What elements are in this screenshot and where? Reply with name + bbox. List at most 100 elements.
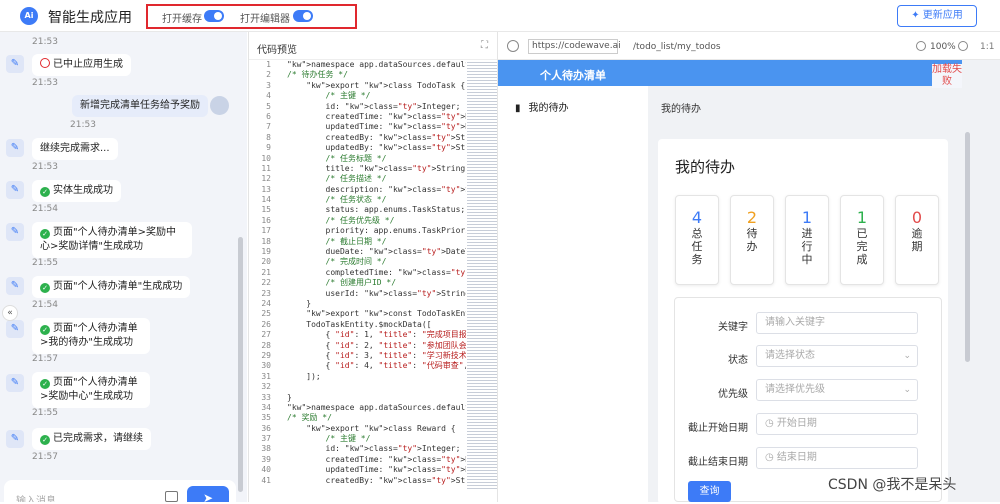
list-icon: ▮ — [515, 103, 521, 114]
stat-overdue: 0 逾期 — [895, 195, 939, 285]
keyword-label: 关键字 — [718, 322, 748, 333]
code-line[interactable]: 36 "kw">export "kw">class Reward { — [249, 424, 466, 434]
timestamp: 21:54 — [32, 300, 58, 310]
status-select[interactable]: 请选择状态 ⌄ — [756, 345, 918, 367]
assistant-avatar: ✎ — [6, 430, 24, 448]
code-line[interactable]: 9 updatedBy: "kw">class="ty">String; — [249, 143, 466, 153]
code-line[interactable]: 40 updatedTime: "kw">class="ty">DateTime… — [249, 465, 466, 475]
app-header-bar: 个人待办清单 — [498, 60, 962, 86]
code-line[interactable]: 17 priority: app.enums.TaskPriorit — [249, 226, 466, 236]
toggle-cache-switch[interactable] — [204, 10, 224, 22]
send-button[interactable]: ➤ — [187, 486, 229, 502]
chat-message: ✓ 页面"个人待办清单"生成成功 — [32, 276, 191, 298]
sidebar-item-my-todos[interactable]: ▮ 我的待办 — [515, 99, 569, 114]
zoom-in-icon[interactable] — [958, 41, 968, 51]
code-line[interactable]: 26 TodoTaskEntity.$mockData([ — [249, 320, 466, 330]
code-line[interactable]: 25 "kw">export "kw">const TodoTaskEntity… — [249, 309, 466, 319]
url-path[interactable]: /todo_list/my_todos — [633, 42, 721, 52]
code-line[interactable]: 41 createdBy: "kw">class="ty">String; — [249, 476, 466, 486]
code-line[interactable]: 30 { "id": 4, "title": "代码审查", — [249, 361, 466, 371]
timestamp: 21:57 — [32, 354, 58, 364]
end-date-input[interactable]: ◷ 结束日期 — [756, 447, 918, 469]
code-line[interactable]: 21 completedTime: "kw">class="ty">DateTi… — [249, 268, 466, 278]
update-app-button[interactable]: ✦ 更新应用 — [897, 5, 977, 27]
load-failed-text: 加载失败 — [932, 64, 962, 88]
check-icon: ✓ — [40, 283, 50, 293]
refresh-icon[interactable] — [507, 40, 519, 52]
assistant-avatar: ✎ — [6, 55, 24, 73]
code-line[interactable]: 18 /* 截止日期 */ — [249, 237, 466, 247]
code-line[interactable]: 3 "kw">export "kw">class TodoTask { — [249, 81, 466, 91]
code-line[interactable]: 10 /* 任务标题 */ — [249, 154, 466, 164]
check-icon: ✓ — [40, 325, 50, 335]
code-line[interactable]: 7 updatedTime: "kw">class="ty">DateTime; — [249, 122, 466, 132]
timestamp: 21:55 — [32, 408, 58, 418]
top-bar: Ai 智能生成应用 打开缓存 打开编辑器 ✦ 更新应用 — [0, 0, 1000, 32]
image-upload-icon[interactable] — [165, 491, 178, 502]
code-minimap[interactable] — [467, 60, 497, 490]
zoom-out-icon[interactable] — [916, 41, 926, 51]
timestamp: 21:54 — [32, 204, 58, 214]
query-button[interactable]: 查询 — [688, 481, 731, 502]
stat-pending: 2 待办 — [730, 195, 774, 285]
chat-message: ✓ 已完成需求，请继续 — [32, 428, 151, 450]
code-line[interactable]: 12 /* 任务描述 */ — [249, 174, 466, 184]
code-line[interactable]: 5 id: "kw">class="ty">Integer; — [249, 102, 466, 112]
check-icon: ✓ — [40, 435, 50, 445]
preview-scrollbar[interactable] — [965, 132, 970, 362]
code-line[interactable]: 20 /* 完成时间 */ — [249, 257, 466, 267]
code-line[interactable]: 24 } — [249, 299, 466, 309]
code-line[interactable]: 29 { "id": 3, "title": "学习新技术 — [249, 351, 466, 361]
code-line[interactable]: 35/* 奖励 */ — [249, 413, 466, 423]
code-line[interactable]: 27 { "id": 1, "title": "完成项目报 — [249, 330, 466, 340]
url-host[interactable]: https://codewave.ai — [528, 39, 621, 54]
code-line[interactable]: 38 id: "kw">class="ty">Integer; — [249, 444, 466, 454]
code-line[interactable]: 13 description: "kw">class="ty">String; — [249, 185, 466, 195]
expand-icon[interactable]: ⛶ — [481, 40, 488, 51]
chat-input-placeholder[interactable]: 输入消息... — [16, 492, 66, 502]
breadcrumb: 我的待办 — [661, 104, 701, 115]
collapse-panel-icon[interactable]: « — [2, 305, 18, 321]
code-editor[interactable]: 1"kw">namespace app.dataSources.defaultD… — [249, 60, 466, 502]
toggle-cache-label: 打开缓存 — [162, 14, 202, 25]
priority-select[interactable]: 请选择优先级 ⌄ — [756, 379, 918, 401]
chat-scrollbar[interactable] — [238, 237, 243, 492]
code-line[interactable]: 31 ]); — [249, 372, 466, 382]
preview-toolbar: https://codewave.ai /todo_list/my_todos … — [498, 32, 1000, 60]
check-icon: ✓ — [40, 379, 50, 389]
timestamp: 21:53 — [32, 78, 58, 88]
start-date-label: 截止开始日期 — [688, 423, 748, 434]
app-preview-panel: https://codewave.ai /todo_list/my_todos … — [497, 32, 1000, 504]
code-line[interactable]: 39 createdTime: "kw">class="ty">DateTime… — [249, 455, 466, 465]
ratio-label[interactable]: 1:1 — [980, 42, 994, 52]
priority-label: 优先级 — [718, 389, 748, 400]
start-date-input[interactable]: ◷ 开始日期 — [756, 413, 918, 435]
code-line[interactable]: 33} — [249, 393, 466, 403]
code-line[interactable]: 16 /* 任务优先级 */ — [249, 216, 466, 226]
code-line[interactable]: 11 title: "kw">class="ty">String; — [249, 164, 466, 174]
clock-icon: ◷ — [765, 418, 777, 429]
code-line[interactable]: 22 /* 创建用户ID */ — [249, 278, 466, 288]
stop-icon — [40, 58, 50, 68]
code-preview-title: 代码预览 — [257, 45, 297, 56]
end-date-label: 截止结束日期 — [688, 457, 748, 468]
keyword-input[interactable]: 请输入关键字 — [756, 312, 918, 334]
chat-message: ✓ 页面"个人待办清单>奖励中心"生成成功 — [32, 372, 150, 408]
code-line[interactable]: 1"kw">namespace app.dataSources.defaultD… — [249, 60, 466, 70]
code-line[interactable]: 32 — [249, 382, 466, 392]
code-line[interactable]: 23 userId: "kw">class="ty">String; — [249, 289, 466, 299]
code-line[interactable]: 6 createdTime: "kw">class="ty">DateTime; — [249, 112, 466, 122]
stat-completed: 1 已完成 — [840, 195, 884, 285]
code-line[interactable]: 15 status: app.enums.TaskStatus; — [249, 205, 466, 215]
toggle-editor-switch[interactable] — [293, 10, 313, 22]
code-preview-header: 代码预览 ⛶ — [249, 32, 498, 60]
code-line[interactable]: 19 dueDate: "kw">class="ty">DateTime; — [249, 247, 466, 257]
code-line[interactable]: 4 /* 主键 */ — [249, 91, 466, 101]
code-line[interactable]: 8 createdBy: "kw">class="ty">String; — [249, 133, 466, 143]
code-line[interactable]: 34"kw">namespace app.dataSources.default… — [249, 403, 466, 413]
app-title: 智能生成应用 — [48, 10, 132, 26]
code-line[interactable]: 28 { "id": 2, "title": "参加团队会 — [249, 341, 466, 351]
code-line[interactable]: 2/* 待办任务 */ — [249, 70, 466, 80]
code-line[interactable]: 37 /* 主键 */ — [249, 434, 466, 444]
code-line[interactable]: 14 /* 任务状态 */ — [249, 195, 466, 205]
